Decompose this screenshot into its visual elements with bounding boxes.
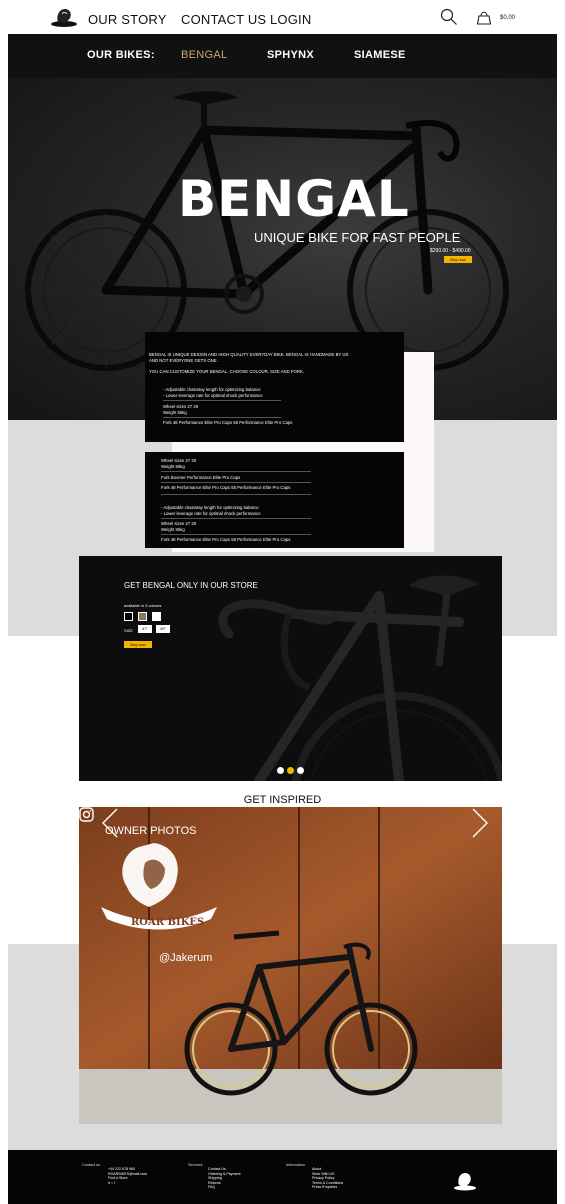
fork-options: Fork 48 Performance Elite Pro Caps 55 Pe… xyxy=(163,420,293,425)
bike-description-box: BENGAL IS UNIQUE DESIGN AND HIGH QUALITY… xyxy=(145,332,404,442)
owner-photo-carousel: ROAR BIKES OWNER PHOTOS @Jakerum xyxy=(79,807,502,1124)
nav-login[interactable]: LOGIN xyxy=(270,12,311,27)
colour-swatch-gold[interactable] xyxy=(138,612,147,621)
wheel-sizes: Wheel sizes 27 29 xyxy=(163,404,199,409)
cart-total: $0.00 xyxy=(500,15,516,21)
footer-lion-logo-icon[interactable] xyxy=(452,1170,478,1192)
bikes-nav-label: OUR BIKES: xyxy=(87,49,155,61)
store-title: GET BENGAL ONLY IN OUR STORE xyxy=(124,581,258,590)
fork-option-c: Fork 48 Performance Elite Pro Caps 55 Pe… xyxy=(161,537,291,542)
footer-link[interactable]: FAQ xyxy=(208,1185,241,1190)
divider xyxy=(161,482,311,483)
carousel-dot-1[interactable] xyxy=(277,767,284,774)
instagram-icon[interactable] xyxy=(79,807,94,822)
store-buy-button[interactable]: Buy now xyxy=(124,641,152,648)
description-line-2: AND NOT EVERYONE GETS ONE. xyxy=(149,358,218,363)
weight: Weight 55kg xyxy=(161,527,185,532)
weight: Weight 55kg xyxy=(163,410,187,415)
divider xyxy=(163,400,281,401)
owner-photo-image: ROAR BIKES xyxy=(79,807,502,1124)
tab-bengal[interactable]: BENGAL xyxy=(181,49,227,61)
wheel-sizes: Wheel sizes 27 29 xyxy=(161,521,197,526)
weight: Weight 55kg xyxy=(161,464,185,469)
top-header: OUR STORY CONTACT US LOGIN $0.00 xyxy=(0,0,565,34)
footer-services-heading: Services xyxy=(188,1163,203,1167)
facebook-icon[interactable]: f xyxy=(114,1181,115,1185)
fork-option-b: Fork 48 Performance Elite Pro Caps 55 Pe… xyxy=(161,485,291,490)
footer-link[interactable]: Press Enquiries xyxy=(312,1185,343,1190)
fork-option-a: Fork Boomer Performance Elite Pro Caps xyxy=(161,475,241,480)
footer-contact-list: +44 222 678 960 ROARBIKES@mail.com Find … xyxy=(108,1167,147,1185)
bikes-nav: OUR BIKES: BENGAL SPHYNX SIAMESE xyxy=(8,34,557,78)
hero-subtitle: UNIQUE BIKE FOR FAST PEOPLE xyxy=(254,230,461,245)
divider xyxy=(161,494,311,495)
feature-2: - Lower leverage rate for optimal shock … xyxy=(163,393,263,398)
owner-handle: @Jakerum xyxy=(159,952,213,964)
wheel-sizes: Wheel sizes 27 29 xyxy=(161,458,197,463)
colour-swatch-black[interactable] xyxy=(124,612,133,621)
store-promo: GET BENGAL ONLY IN OUR STORE available i… xyxy=(79,556,502,781)
site-footer: Contact us +44 222 678 960 ROARBIKES@mai… xyxy=(8,1150,557,1204)
divider xyxy=(161,534,311,535)
footer-services-list: Contact Us Ordering & Payment Shipping R… xyxy=(208,1167,241,1190)
carousel-dot-3[interactable] xyxy=(297,767,304,774)
divider xyxy=(163,417,281,418)
footer-social-icons: ● ○ f xyxy=(108,1181,147,1186)
footer-information-list: About Work With US Privacy Policy Terms … xyxy=(312,1167,343,1190)
lion-logo-icon[interactable] xyxy=(50,6,78,28)
bike-specs-box: Wheel sizes 27 29 Weight 55kg Fork Boome… xyxy=(145,452,404,548)
size-option-47[interactable]: 47" xyxy=(138,625,152,633)
carousel-dot-2[interactable] xyxy=(287,767,294,774)
size-label: SIZE xyxy=(124,628,133,633)
divider xyxy=(161,518,311,519)
section-title-inspired: GET INSPIRED xyxy=(243,794,322,806)
size-option-49[interactable]: 49" xyxy=(156,625,170,633)
hero-buy-button[interactable]: Buy now xyxy=(444,256,472,263)
search-icon[interactable] xyxy=(440,8,458,26)
roar-bikes-logo-text: ROAR BIKES xyxy=(131,917,204,928)
colours-label: available in 3 colours xyxy=(124,603,162,608)
feature-1: - Adjustable chainstay length for optimi… xyxy=(161,505,259,510)
footer-information-heading: Information xyxy=(286,1163,305,1167)
divider xyxy=(161,471,311,472)
tab-sphynx[interactable]: SPHYNX xyxy=(267,49,314,61)
feature-2: - Lower leverage rate for optimal shock … xyxy=(161,511,261,516)
nav-our-story[interactable]: OUR STORY xyxy=(88,12,167,27)
tab-siamese[interactable]: SIAMESE xyxy=(354,49,406,61)
nav-contact-us[interactable]: CONTACT US xyxy=(181,12,266,27)
carousel-prev-arrow-icon[interactable] xyxy=(99,807,121,839)
feature-1: - Adjustable chainstay length for optimi… xyxy=(163,387,261,392)
hero-title: BENGAL xyxy=(178,170,410,228)
colour-swatch-white[interactable] xyxy=(152,612,161,621)
hero-price: $290.00 - $490.00 xyxy=(430,248,471,254)
carousel-next-arrow-icon[interactable] xyxy=(469,807,491,839)
shopping-bag-icon[interactable] xyxy=(476,9,492,25)
twitter-icon[interactable]: ● xyxy=(108,1181,110,1185)
footer-contact-heading: Contact us xyxy=(82,1163,101,1167)
description-line-1: BENGAL IS UNIQUE DESIGN AND HIGH QUALITY… xyxy=(149,352,349,357)
customize-text: YOU CAN CUSTOMIZE YOUR BENGAL. CHOOSE CO… xyxy=(149,369,305,374)
